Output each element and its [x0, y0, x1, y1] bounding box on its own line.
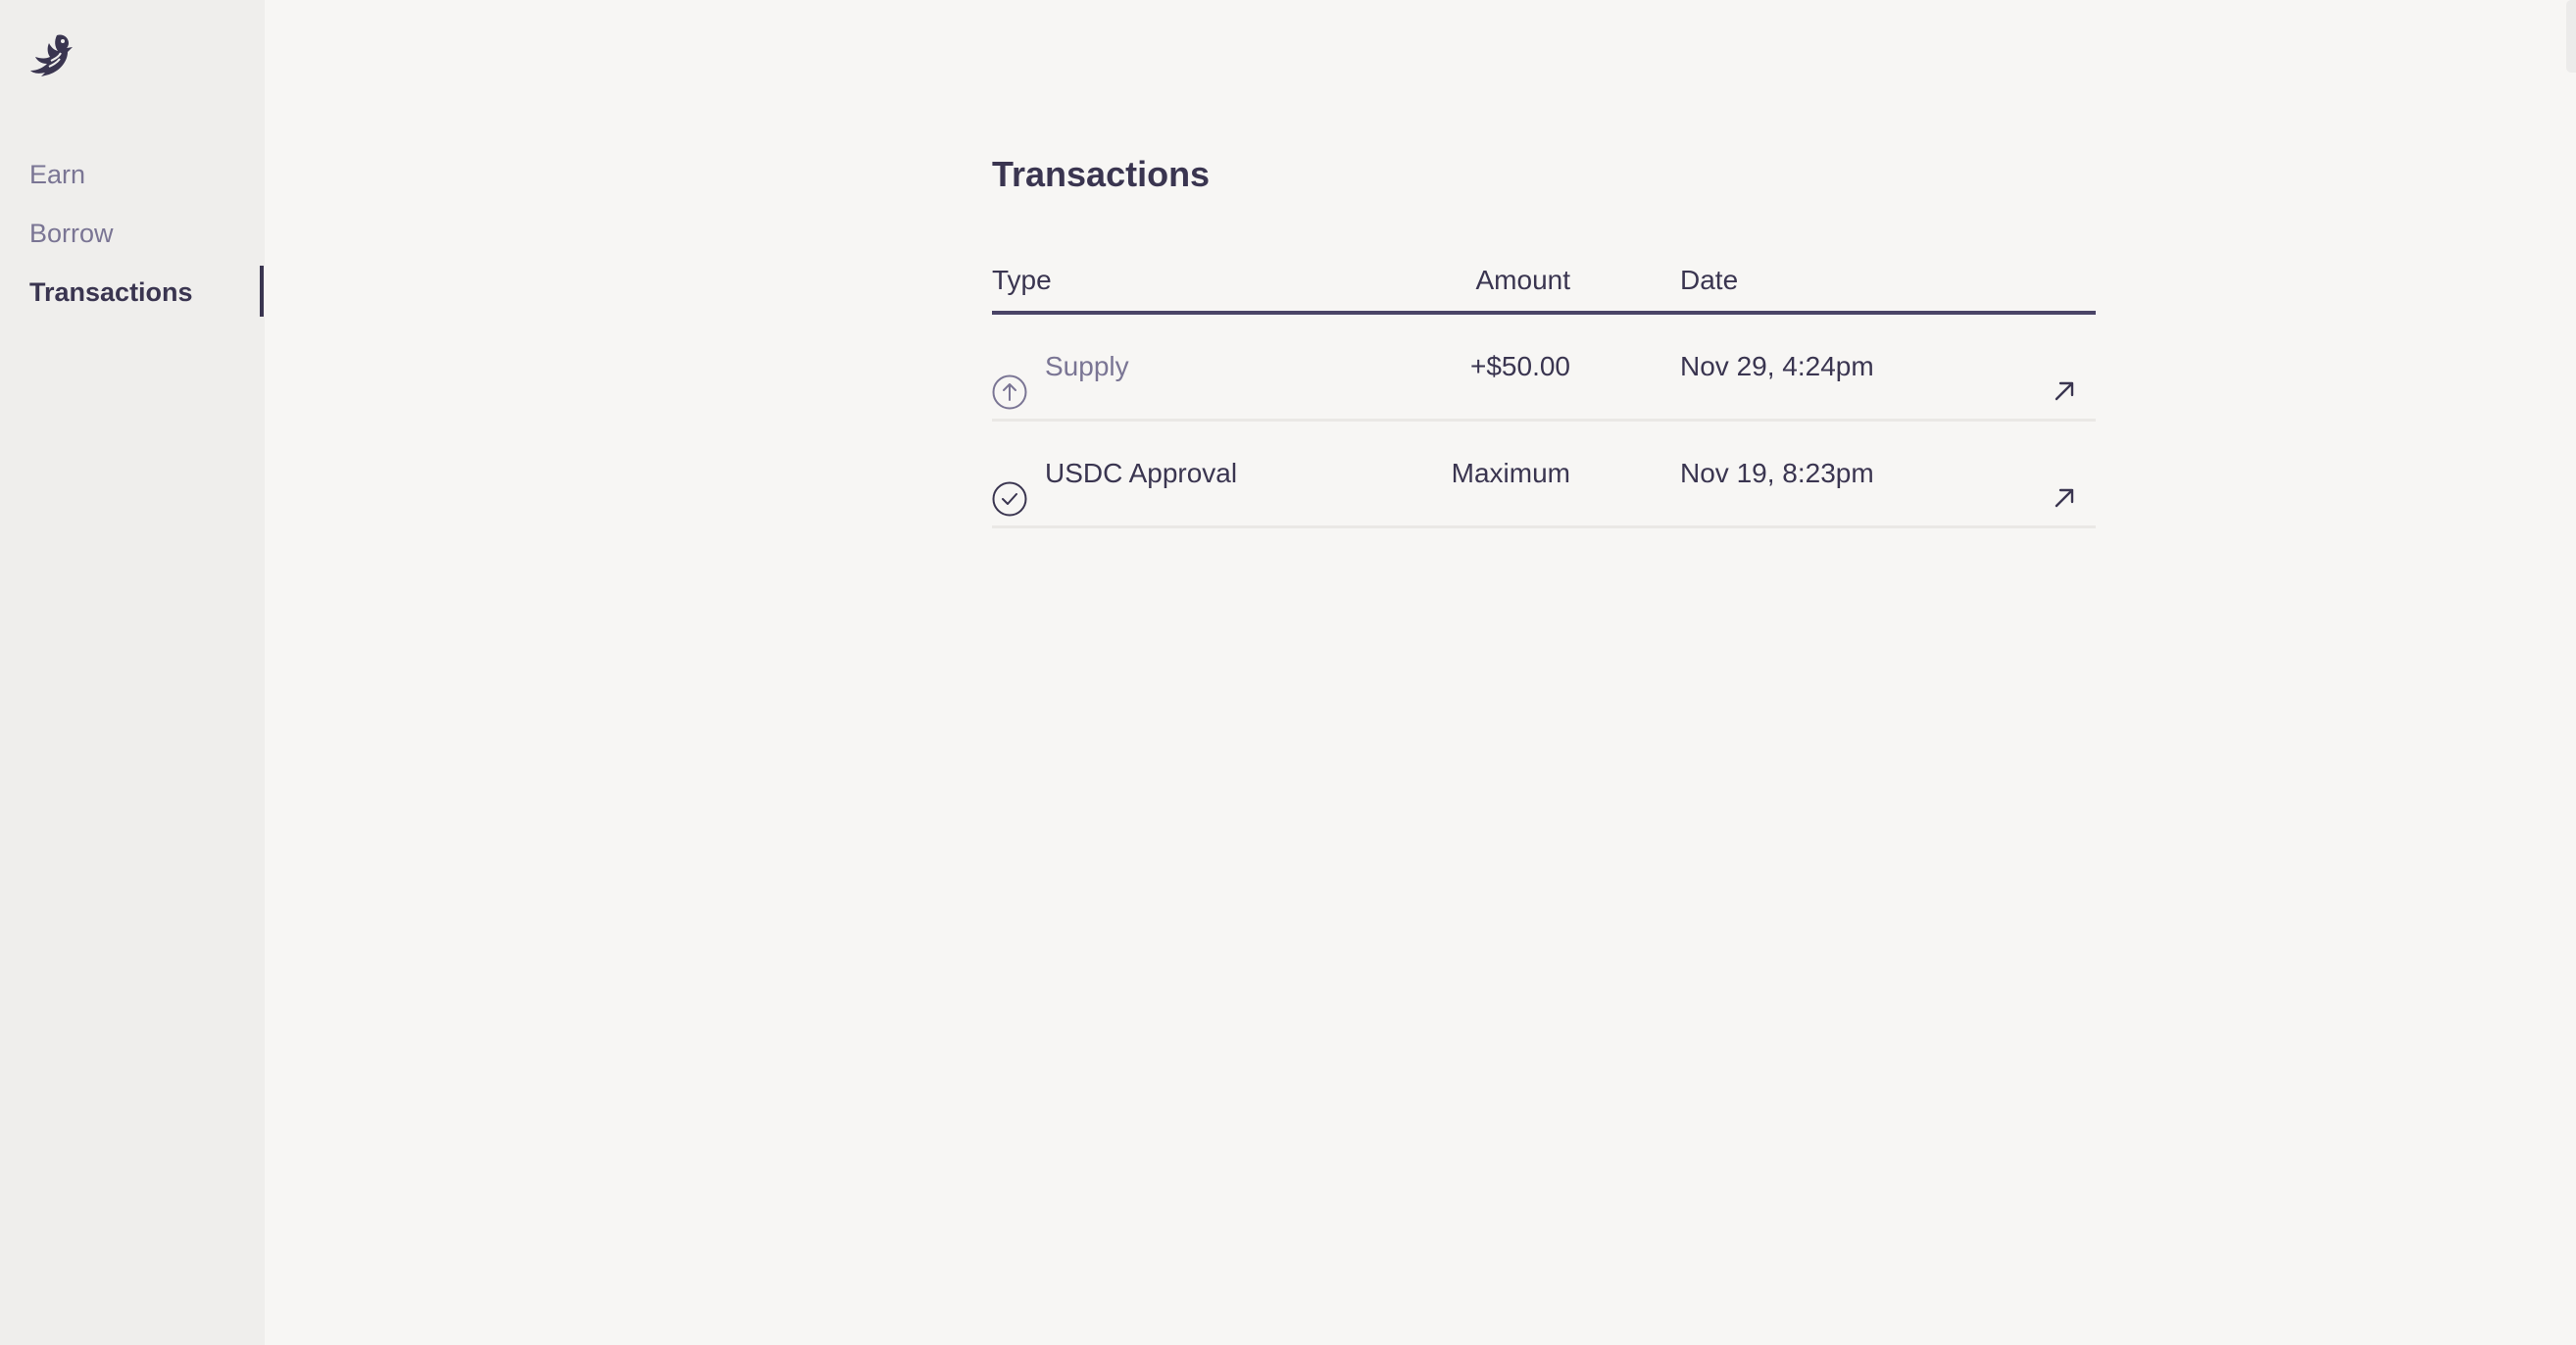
main-content: Transactions Type Amount Date Supply +$5… — [992, 147, 2096, 528]
sidebar: Earn Borrow Transactions — [0, 0, 265, 1345]
arrow-up-circle-icon — [992, 349, 1027, 410]
table-row[interactable]: USDC Approval Maximum Nov 19, 8:23pm — [992, 422, 2096, 528]
sidebar-item-transactions[interactable]: Transactions — [29, 274, 193, 310]
active-nav-indicator — [260, 266, 264, 317]
column-header-amount: Amount — [1475, 265, 1571, 295]
page-title: Transactions — [992, 154, 1211, 194]
external-link-arrow-icon[interactable] — [2047, 455, 2082, 508]
transaction-date: Nov 19, 8:23pm — [1680, 458, 1874, 488]
external-link-arrow-icon[interactable] — [2047, 348, 2082, 401]
sidebar-item-earn[interactable]: Earn — [29, 157, 85, 192]
table-header: Type Amount Date — [992, 250, 2096, 315]
transactions-table: Type Amount Date Supply +$50.00 Nov 29, … — [992, 250, 2096, 528]
transaction-date: Nov 29, 4:24pm — [1680, 351, 1874, 381]
type-cell: USDC Approval — [992, 422, 1237, 525]
scrollbar[interactable] — [2566, 0, 2576, 73]
bird-logo-icon[interactable] — [27, 31, 76, 80]
transaction-amount: Maximum — [1451, 458, 1570, 488]
type-cell: Supply — [992, 315, 1129, 419]
table-row[interactable]: Supply +$50.00 Nov 29, 4:24pm — [992, 315, 2096, 422]
column-header-date: Date — [1680, 265, 1739, 295]
column-header-type: Type — [992, 265, 1052, 295]
transaction-type: USDC Approval — [1045, 458, 1238, 488]
transaction-type: Supply — [1045, 351, 1129, 381]
check-circle-icon — [992, 456, 1027, 517]
sidebar-item-borrow[interactable]: Borrow — [29, 216, 114, 251]
transaction-amount: +$50.00 — [1470, 351, 1570, 381]
